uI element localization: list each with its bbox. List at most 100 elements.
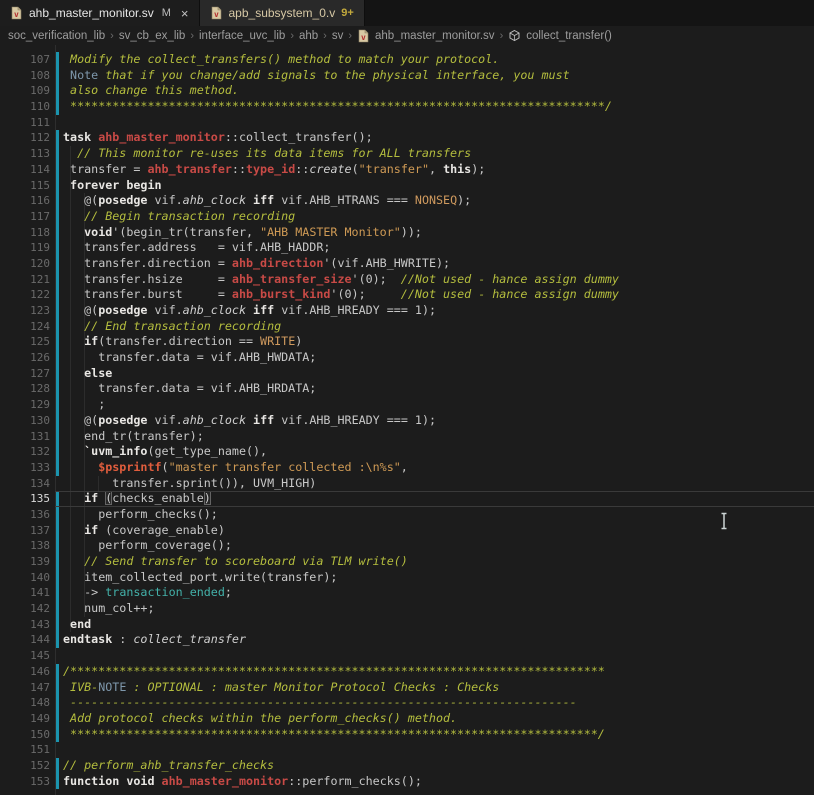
- code-line[interactable]: 139 // Send transfer to scoreboard via T…: [0, 554, 814, 570]
- code-line[interactable]: 141 -> transaction_ended;: [0, 585, 814, 601]
- breadcrumb-item-collect-transfer-[interactable]: collect_transfer(): [526, 30, 612, 42]
- code-line[interactable]: 149 Add protocol checks within the perfo…: [0, 711, 814, 727]
- line-number[interactable]: 135: [0, 491, 50, 507]
- code-line[interactable]: 129 ;: [0, 397, 814, 413]
- code-line[interactable]: 120 transfer.direction = ahb_direction'(…: [0, 256, 814, 272]
- line-number[interactable]: 125: [0, 334, 50, 350]
- line-number[interactable]: 108: [0, 68, 50, 84]
- line-number[interactable]: 112: [0, 130, 50, 146]
- code-line[interactable]: 116 @(posedge vif.ahb_clock iff vif.AHB_…: [0, 193, 814, 209]
- line-number[interactable]: 120: [0, 256, 50, 272]
- line-number[interactable]: 151: [0, 742, 50, 758]
- code-line[interactable]: 134 transfer.sprint()), UVM_HIGH): [0, 476, 814, 492]
- code-line[interactable]: 131 end_tr(transfer);: [0, 429, 814, 445]
- code-line[interactable]: 127 else: [0, 366, 814, 382]
- code-line[interactable]: 136 perform_checks();: [0, 507, 814, 523]
- breadcrumb-item-ahb[interactable]: ahb: [299, 30, 318, 42]
- line-number[interactable]: 148: [0, 695, 50, 711]
- code-line[interactable]: 125 if(transfer.direction == WRITE): [0, 334, 814, 350]
- code-line[interactable]: 145: [0, 648, 814, 664]
- code-line[interactable]: 137 if (coverage_enable): [0, 523, 814, 539]
- code-line[interactable]: 143 end: [0, 617, 814, 633]
- code-line[interactable]: 109 also change this method.: [0, 83, 814, 99]
- code-line[interactable]: 146/************************************…: [0, 664, 814, 680]
- code-line[interactable]: 114 transfer = ahb_transfer::type_id::cr…: [0, 162, 814, 178]
- line-number[interactable]: 149: [0, 711, 50, 727]
- line-number[interactable]: 107: [0, 52, 50, 68]
- line-number[interactable]: 122: [0, 287, 50, 303]
- line-number[interactable]: 150: [0, 727, 50, 743]
- line-number[interactable]: 141: [0, 585, 50, 601]
- line-number[interactable]: 145: [0, 648, 50, 664]
- line-number[interactable]: 142: [0, 601, 50, 617]
- code-line[interactable]: 132 `uvm_info(get_type_name(),: [0, 444, 814, 460]
- code-line[interactable]: 148 ------------------------------------…: [0, 695, 814, 711]
- close-icon[interactable]: ×: [181, 7, 189, 20]
- line-number[interactable]: 113: [0, 146, 50, 162]
- line-number[interactable]: 111: [0, 115, 50, 131]
- tab-apb-subsystem-0-v[interactable]: v apb_subsystem_0.v 9+: [200, 0, 365, 26]
- code-line[interactable]: 122 transfer.burst = ahb_burst_kind'(0);…: [0, 287, 814, 303]
- line-number[interactable]: 114: [0, 162, 50, 178]
- line-number[interactable]: 127: [0, 366, 50, 382]
- code-line[interactable]: 130 @(posedge vif.ahb_clock iff vif.AHB_…: [0, 413, 814, 429]
- line-number[interactable]: 130: [0, 413, 50, 429]
- line-number[interactable]: 126: [0, 350, 50, 366]
- line-number[interactable]: 132: [0, 444, 50, 460]
- code-line[interactable]: 147 IVB-NOTE : OPTIONAL : master Monitor…: [0, 680, 814, 696]
- breadcrumb-item-soc-verification-lib[interactable]: soc_verification_lib: [8, 30, 105, 42]
- line-number[interactable]: 119: [0, 240, 50, 256]
- code-line[interactable]: 133 $psprintf("master transfer collected…: [0, 460, 814, 476]
- line-number[interactable]: 131: [0, 429, 50, 445]
- code-line[interactable]: 142 num_col++;: [0, 601, 814, 617]
- line-number[interactable]: 144: [0, 632, 50, 648]
- line-number[interactable]: 116: [0, 193, 50, 209]
- line-number[interactable]: 118: [0, 225, 50, 241]
- line-number[interactable]: 110: [0, 99, 50, 115]
- breadcrumb-item-sv-cb-ex-lib[interactable]: sv_cb_ex_lib: [119, 30, 185, 42]
- code-line[interactable]: 138 perform_coverage();: [0, 538, 814, 554]
- breadcrumb-item-interface-uvc-lib[interactable]: interface_uvc_lib: [199, 30, 285, 42]
- line-number[interactable]: 115: [0, 178, 50, 194]
- line-number[interactable]: 153: [0, 774, 50, 790]
- code-line[interactable]: 108 Note that if you change/add signals …: [0, 68, 814, 84]
- line-number[interactable]: 147: [0, 680, 50, 696]
- line-number[interactable]: 124: [0, 319, 50, 335]
- line-number[interactable]: 121: [0, 272, 50, 288]
- code-line[interactable]: 112task ahb_master_monitor::collect_tran…: [0, 130, 814, 146]
- line-number[interactable]: 139: [0, 554, 50, 570]
- breadcrumb-item-ahb-master-monitor-sv[interactable]: ahb_master_monitor.sv: [375, 30, 495, 42]
- tab-ahb-master-monitor-sv[interactable]: v ahb_master_monitor.sv M ×: [0, 0, 200, 26]
- code-line[interactable]: 107 Modify the collect_transfers() metho…: [0, 52, 814, 68]
- line-number[interactable]: 140: [0, 570, 50, 586]
- code-line[interactable]: 135 if (checks_enable): [0, 491, 814, 507]
- code-line[interactable]: 152// perform_ahb_transfer_checks: [0, 758, 814, 774]
- line-number[interactable]: 128: [0, 381, 50, 397]
- code-line[interactable]: 121 transfer.hsize = ahb_transfer_size'(…: [0, 272, 814, 288]
- code-line[interactable]: 118 void'(begin_tr(transfer, "AHB MASTER…: [0, 225, 814, 241]
- line-number[interactable]: 136: [0, 507, 50, 523]
- code-line[interactable]: 140 item_collected_port.write(transfer);: [0, 570, 814, 586]
- code-line[interactable]: 123 @(posedge vif.ahb_clock iff vif.AHB_…: [0, 303, 814, 319]
- line-number[interactable]: 134: [0, 476, 50, 492]
- code-line[interactable]: 124 // End transaction recording: [0, 319, 814, 335]
- code-line[interactable]: 113 // This monitor re-uses its data ite…: [0, 146, 814, 162]
- code-line[interactable]: 126 transfer.data = vif.AHB_HWDATA;: [0, 350, 814, 366]
- line-number[interactable]: 138: [0, 538, 50, 554]
- code-line[interactable]: 110 ************************************…: [0, 99, 814, 115]
- code-editor[interactable]: 107 Modify the collect_transfers() metho…: [0, 45, 814, 795]
- code-line[interactable]: 144endtask : collect_transfer: [0, 632, 814, 648]
- line-number[interactable]: 143: [0, 617, 50, 633]
- code-line[interactable]: 153function void ahb_master_monitor::per…: [0, 774, 814, 790]
- line-number[interactable]: 117: [0, 209, 50, 225]
- code-line[interactable]: 115 forever begin: [0, 178, 814, 194]
- breadcrumb-item-sv[interactable]: sv: [332, 30, 344, 42]
- line-number[interactable]: 129: [0, 397, 50, 413]
- line-number[interactable]: 109: [0, 83, 50, 99]
- line-number[interactable]: 146: [0, 664, 50, 680]
- line-number[interactable]: 137: [0, 523, 50, 539]
- code-line[interactable]: 111: [0, 115, 814, 131]
- line-number[interactable]: 123: [0, 303, 50, 319]
- line-number[interactable]: 152: [0, 758, 50, 774]
- code-line[interactable]: 117 // Begin transaction recording: [0, 209, 814, 225]
